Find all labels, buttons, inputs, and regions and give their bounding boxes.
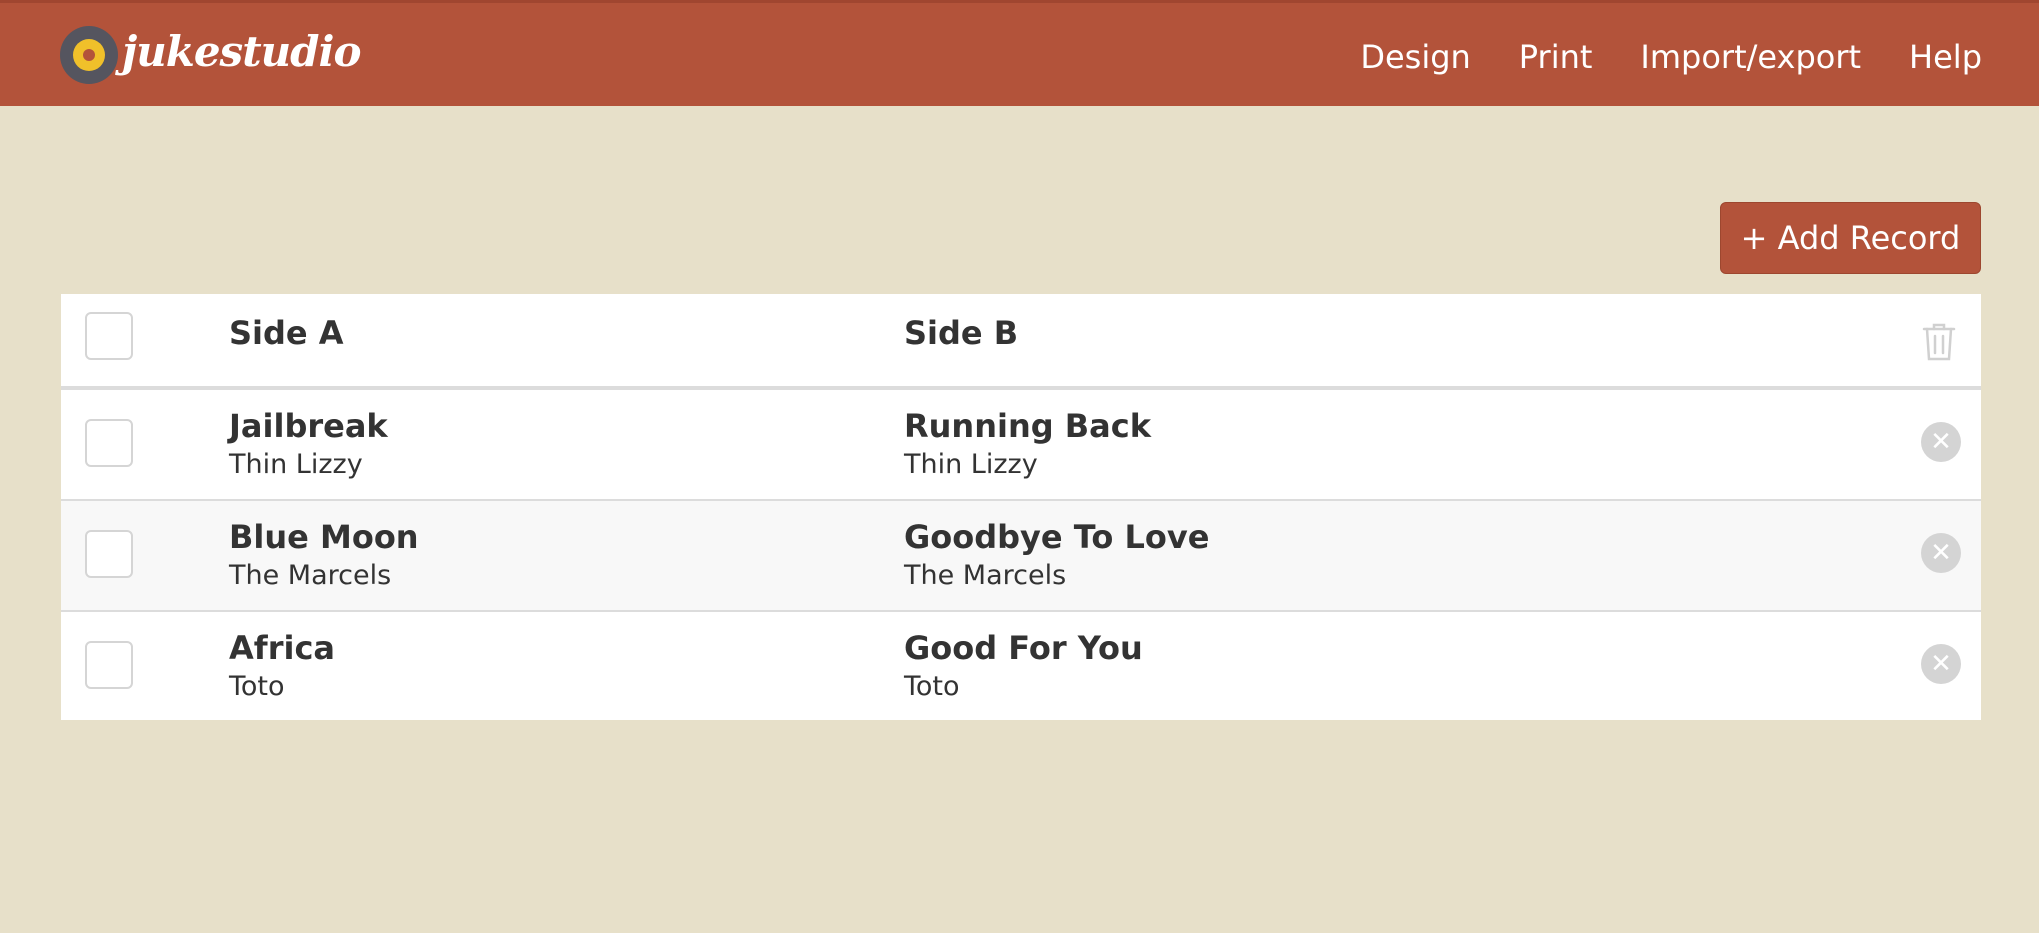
add-record-button[interactable]: + Add Record [1720,202,1981,274]
side-b-cell: Running Back Thin Lizzy [904,406,1151,484]
remove-row-icon[interactable]: ✕ [1921,644,1961,684]
side-b-title: Goodbye To Love [904,518,1210,556]
nav-design[interactable]: Design [1360,33,1470,81]
side-a-title: Jailbreak [229,407,388,445]
table-row: Africa Toto Good For You Toto ✕ [61,612,1981,720]
side-b-artist: Thin Lizzy [904,449,1038,480]
records-table: Side A Side B Jailbreak Thin Lizzy Runni… [61,294,1981,720]
row-checkbox[interactable] [85,641,133,689]
trash-icon[interactable] [1922,322,1956,362]
brand-logo[interactable]: jukestudio [60,25,361,85]
side-a-cell: Blue Moon The Marcels [229,517,419,595]
side-b-artist: The Marcels [904,560,1067,591]
table-header: Side A Side B [61,294,1981,390]
nav-import-export[interactable]: Import/export [1640,33,1861,81]
table-row: Blue Moon The Marcels Goodbye To Love Th… [61,501,1981,612]
side-b-cell: Good For You Toto [904,628,1143,706]
side-b-title: Running Back [904,407,1152,445]
side-a-title: Africa [229,629,335,667]
top-navbar: jukestudio Design Print Import/export He… [0,0,2039,106]
side-b-artist: Toto [904,671,960,702]
nav-print[interactable]: Print [1519,33,1593,81]
record-disc-icon [60,26,118,84]
row-checkbox[interactable] [85,419,133,467]
side-a-cell: Africa Toto [229,628,335,706]
main-nav: Design Print Import/export Help [1360,33,1982,81]
side-a-artist: Thin Lizzy [229,449,363,480]
table-row: Jailbreak Thin Lizzy Running Back Thin L… [61,390,1981,501]
side-b-cell: Goodbye To Love The Marcels [904,517,1209,595]
nav-help[interactable]: Help [1909,33,1982,81]
remove-row-icon[interactable]: ✕ [1921,422,1961,462]
column-header-side-b: Side B [904,314,1019,352]
side-a-title: Blue Moon [229,518,419,556]
column-header-side-a: Side A [229,314,344,352]
row-checkbox[interactable] [85,530,133,578]
side-a-artist: Toto [229,671,285,702]
side-b-title: Good For You [904,629,1143,667]
brand-name: jukestudio [122,26,361,76]
remove-row-icon[interactable]: ✕ [1921,533,1961,573]
select-all-checkbox[interactable] [85,312,133,360]
side-a-cell: Jailbreak Thin Lizzy [229,406,388,484]
side-a-artist: The Marcels [229,560,392,591]
